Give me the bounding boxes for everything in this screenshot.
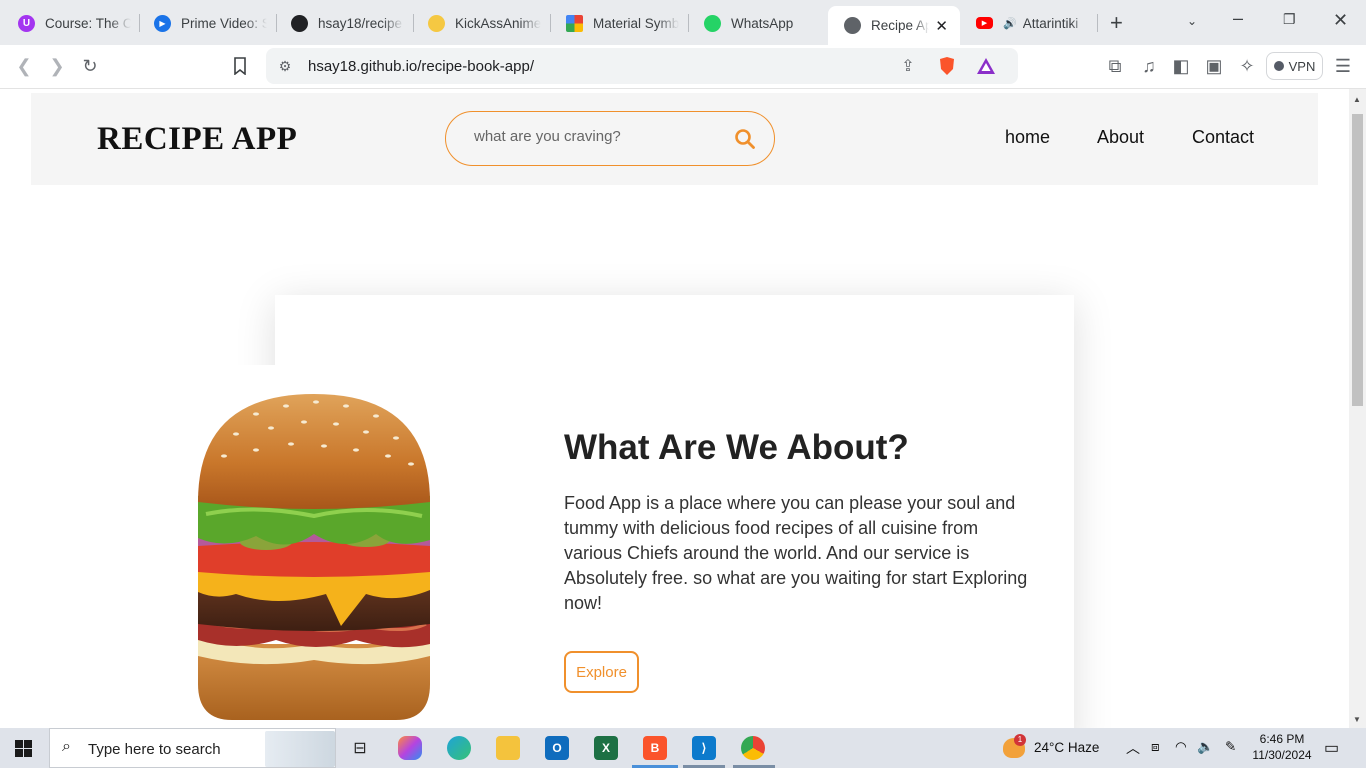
audio-playing-icon[interactable]: 🔊 — [1003, 17, 1017, 30]
tab-title: Attarintiki — [1022, 15, 1079, 31]
whatsapp-icon — [704, 14, 721, 32]
tab-title: hsay18/recipe — [318, 15, 403, 31]
wallet-icon[interactable]: ▣ — [1203, 55, 1225, 77]
prime-video-icon: ▶ — [154, 14, 171, 32]
tab-title: Course: The C — [45, 15, 131, 31]
copilot-icon[interactable] — [398, 736, 422, 760]
tab-github[interactable]: hsay18/recipe — [275, 6, 404, 40]
youtube-icon: ▶ — [976, 17, 993, 29]
tab-search-chevron-icon[interactable]: ⌄ — [1187, 14, 1197, 28]
tab-title: Recipe Ap — [871, 18, 929, 33]
page-viewport: RECIPE APP home About Contact — [0, 89, 1349, 728]
recipe-search-input[interactable] — [474, 128, 714, 145]
udemy-icon: U — [18, 14, 35, 32]
kickassanime-icon — [428, 14, 445, 32]
meet-now-icon[interactable]: ⧈ — [1151, 739, 1160, 755]
tab-prime-video[interactable]: ▶ Prime Video: S — [138, 6, 267, 40]
tab-kickassanime[interactable]: KickAssAnime — [412, 6, 541, 40]
vpn-label: VPN — [1288, 58, 1316, 74]
tab-youtube[interactable]: ▶ 🔊 Attarintiki — [960, 6, 1087, 40]
media-controls-icon[interactable]: ♫ — [1138, 55, 1160, 77]
leo-ai-icon[interactable]: ✧ — [1236, 55, 1258, 77]
taskbar-search-placeholder: Type here to search — [88, 741, 221, 758]
site-logo[interactable]: RECIPE APP — [97, 121, 297, 158]
nav-contact-link[interactable]: Contact — [1192, 127, 1254, 148]
taskbar-search-box[interactable]: ⌕ Type here to search — [49, 728, 336, 768]
browser-tab-strip: U Course: The C ▶ Prime Video: S hsay18/… — [0, 0, 1366, 45]
brave-rewards-icon[interactable] — [975, 55, 997, 77]
github-icon — [291, 14, 308, 32]
volume-icon[interactable]: 🔈 — [1197, 739, 1214, 755]
task-view-icon[interactable]: ⊟ — [348, 736, 372, 760]
tab-title: Material Symb — [593, 15, 679, 31]
globe-icon — [844, 17, 861, 34]
tab-title: Prime Video: S — [181, 15, 267, 31]
url-text[interactable]: hsay18.github.io/recipe-book-app/ — [308, 58, 534, 75]
scroll-down-icon[interactable]: ▼ — [1353, 715, 1361, 724]
brave-icon[interactable]: B — [643, 736, 667, 760]
minimize-icon[interactable]: – — [1233, 8, 1243, 29]
vscode-icon[interactable]: ⟩ — [692, 736, 716, 760]
windows-taskbar: ⌕ Type here to search ⊟ O X B ⟩ 1 24°C H… — [0, 728, 1366, 768]
file-explorer-icon[interactable] — [496, 736, 520, 760]
burger-image — [198, 394, 430, 720]
clock-time: 6:46 PM — [1259, 732, 1305, 746]
brave-shields-icon[interactable] — [936, 55, 958, 77]
recipe-search-box[interactable] — [445, 111, 775, 166]
tab-whatsapp[interactable]: WhatsApp — [688, 6, 817, 40]
close-tab-icon[interactable]: ✕ — [935, 17, 948, 35]
scrollbar-thumb[interactable] — [1352, 114, 1363, 406]
search-highlight-illustration — [265, 731, 335, 767]
tab-course[interactable]: U Course: The C — [2, 6, 131, 40]
weather-notification-badge: 1 — [1014, 734, 1026, 746]
material-symbols-icon — [566, 14, 583, 32]
weather-text[interactable]: 24°C Haze — [1034, 740, 1099, 755]
clock-date: 11/30/2024 — [1252, 748, 1312, 762]
sidebar-icon[interactable]: ◧ — [1170, 55, 1192, 77]
chrome-icon[interactable] — [741, 736, 765, 760]
back-icon[interactable]: ❮ — [13, 55, 35, 77]
pen-icon[interactable]: ✎ — [1225, 739, 1236, 755]
browser-toolbar: ❮ ❯ ↻ ⚙ hsay18.github.io/recipe-book-app… — [0, 45, 1366, 89]
menu-icon[interactable]: ☰ — [1332, 55, 1354, 77]
tab-title: KickAssAnime — [455, 15, 541, 31]
tab-title: WhatsApp — [731, 15, 794, 31]
explore-button[interactable]: Explore — [564, 651, 639, 693]
site-header: RECIPE APP home About Contact — [31, 93, 1318, 185]
about-description: Food App is a place where you can please… — [564, 493, 1028, 613]
search-icon[interactable] — [734, 128, 756, 150]
excel-icon[interactable]: X — [594, 736, 618, 760]
extensions-icon[interactable]: ⧉ — [1104, 55, 1126, 77]
show-hidden-icons-icon[interactable]: ︿ — [1126, 738, 1140, 758]
new-tab-icon[interactable]: + — [1110, 10, 1123, 36]
tab-material-symbols[interactable]: Material Symb — [550, 6, 679, 40]
site-settings-icon[interactable]: ⚙ — [274, 55, 296, 77]
wifi-icon[interactable]: ◠ — [1175, 739, 1187, 755]
tab-recipe-app[interactable]: Recipe Ap ✕ — [828, 6, 960, 45]
notifications-icon[interactable]: ▭ — [1324, 738, 1339, 758]
reload-icon[interactable]: ↻ — [79, 55, 101, 77]
system-clock[interactable]: 6:46 PM 11/30/2024 — [1246, 731, 1318, 763]
search-icon: ⌕ — [62, 738, 71, 755]
restore-icon[interactable]: ❐ — [1283, 11, 1296, 28]
windows-start-icon[interactable] — [15, 740, 32, 757]
vpn-status-icon — [1273, 61, 1284, 71]
vpn-button[interactable]: VPN — [1266, 52, 1323, 80]
address-bar[interactable]: ⚙ hsay18.github.io/recipe-book-app/ ⇪ — [266, 48, 1018, 84]
close-window-icon[interactable]: ✕ — [1333, 10, 1348, 31]
page-scrollbar[interactable]: ▲ ▼ — [1349, 89, 1366, 728]
nav-about-link[interactable]: About — [1097, 127, 1144, 148]
share-icon[interactable]: ⇪ — [897, 55, 919, 77]
nav-home-link[interactable]: home — [1005, 127, 1050, 148]
bookmark-icon[interactable] — [229, 55, 251, 77]
scroll-up-icon[interactable]: ▲ — [1353, 95, 1361, 104]
forward-icon[interactable]: ❯ — [46, 55, 68, 77]
edge-icon[interactable] — [447, 736, 471, 760]
outlook-icon[interactable]: O — [545, 736, 569, 760]
about-title: What Are We About? — [564, 428, 909, 467]
